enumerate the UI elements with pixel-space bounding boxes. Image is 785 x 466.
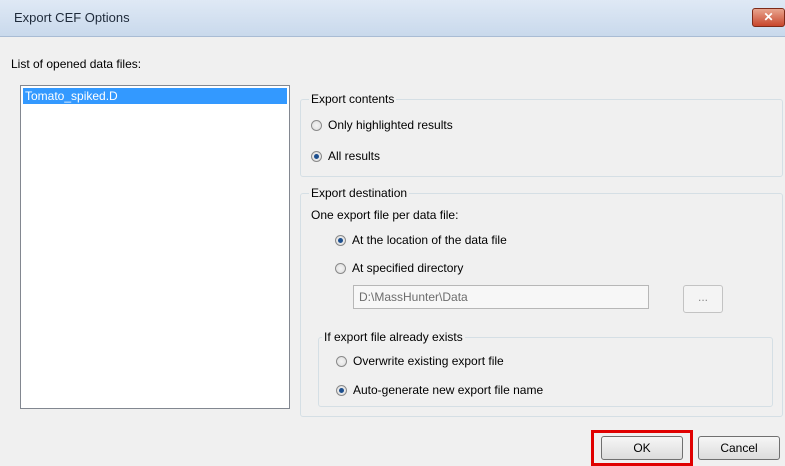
radio-label: At specified directory (352, 261, 464, 275)
cancel-button[interactable]: Cancel (698, 436, 780, 460)
files-listbox[interactable]: Tomato_spiked.D (20, 85, 290, 409)
browse-button[interactable]: ... (683, 285, 723, 313)
radio-label: Auto-generate new export file name (353, 383, 544, 397)
radio-data-file-location[interactable]: At the location of the data file (335, 232, 507, 248)
radio-label: All results (328, 149, 381, 163)
radio-checked-icon (336, 384, 347, 396)
files-list-label: List of opened data files: (11, 57, 142, 71)
radio-label: Overwrite existing export file (353, 354, 504, 368)
radio-specified-directory[interactable]: At specified directory (335, 260, 463, 276)
radio-unchecked-icon (336, 355, 347, 367)
radio-label: At the location of the data file (352, 233, 507, 247)
radio-unchecked-icon (311, 119, 322, 131)
directory-path-field[interactable]: D:\MassHunter\Data (353, 285, 649, 309)
if-exists-legend: If export file already exists (322, 330, 465, 344)
radio-only-highlighted[interactable]: Only highlighted results (311, 117, 453, 133)
close-icon: ✕ (763, 10, 774, 24)
close-button[interactable]: ✕ (752, 8, 785, 27)
export-contents-group (300, 99, 783, 177)
file-list-item[interactable]: Tomato_spiked.D (23, 88, 287, 104)
radio-unchecked-icon (335, 262, 346, 274)
export-destination-legend: Export destination (309, 186, 410, 200)
highlight-box (591, 430, 693, 466)
radio-checked-icon (335, 234, 346, 246)
radio-auto-generate[interactable]: Auto-generate new export file name (336, 382, 543, 398)
radio-all-results[interactable]: All results (311, 148, 380, 164)
export-contents-legend: Export contents (309, 92, 397, 106)
radio-overwrite[interactable]: Overwrite existing export file (336, 353, 504, 369)
title-bar: Export CEF Options ✕ (0, 0, 785, 37)
dialog-title: Export CEF Options (14, 10, 130, 25)
radio-checked-icon (311, 150, 322, 162)
radio-label: Only highlighted results (328, 118, 453, 132)
per-file-subheading: One export file per data file: (311, 208, 459, 222)
